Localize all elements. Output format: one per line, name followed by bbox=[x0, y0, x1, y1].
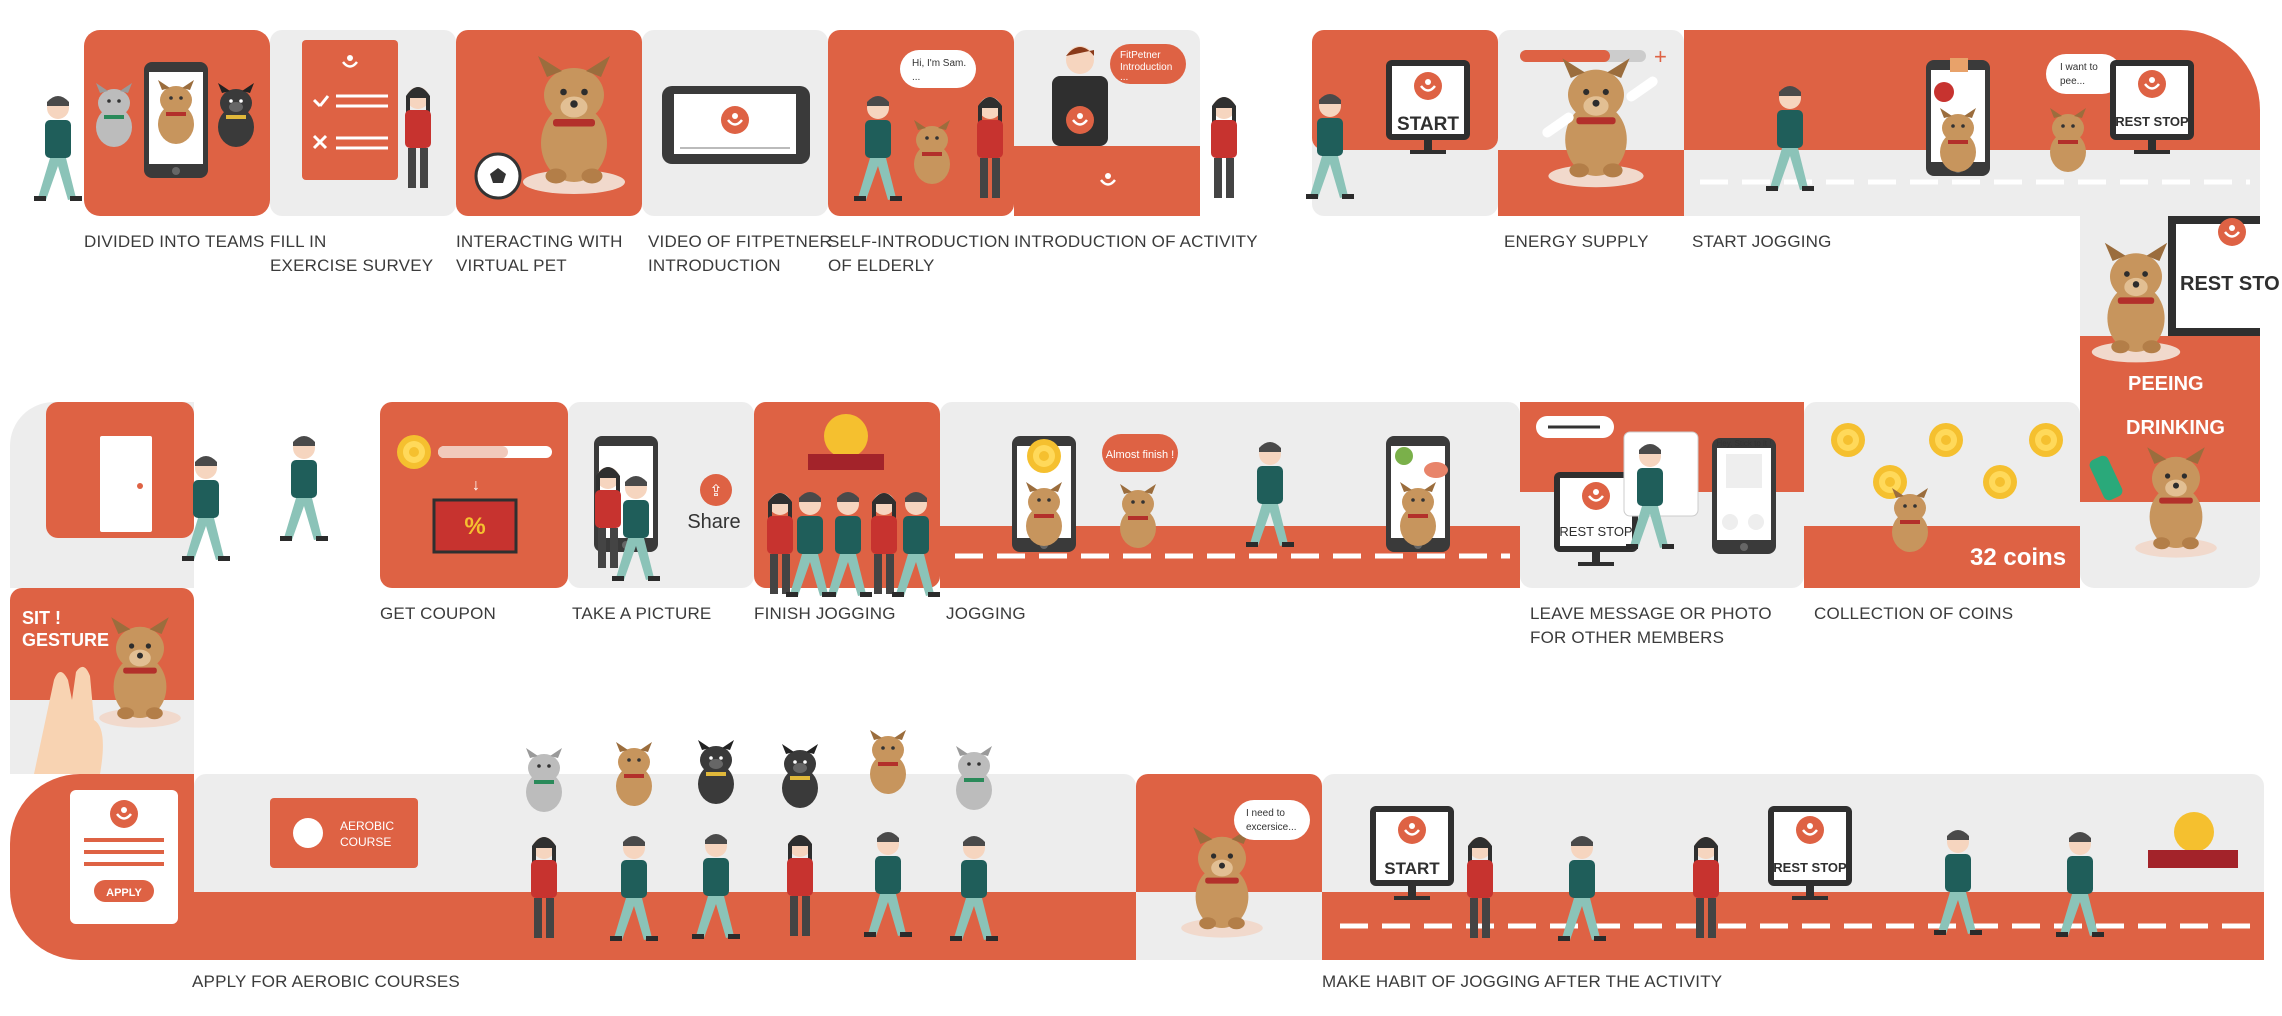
step-label-jogging: JOGGING bbox=[946, 604, 1026, 623]
piggy-bank-icon bbox=[1424, 462, 1448, 478]
svg-text:REST STO: REST STO bbox=[2180, 273, 2280, 295]
step-label-pet: INTERACTING WITH VIRTUAL PET bbox=[456, 232, 623, 275]
coin-icon bbox=[397, 435, 431, 469]
step-label-energy: ENERGY SUPPLY bbox=[1504, 232, 1649, 251]
person-icon bbox=[34, 96, 82, 201]
coins-count: 32 coins bbox=[1970, 544, 2066, 571]
step-label-activity: INTRODUCTION OF ACTIVITY bbox=[1014, 232, 1258, 251]
svg-text:↓: ↓ bbox=[472, 477, 480, 494]
svg-text:Hey, Stick to it !: Hey, Stick to it ! bbox=[1717, 439, 1772, 448]
step-label-teams: DIVIDED INTO TEAMS bbox=[84, 232, 265, 251]
step-label-coupon: GET COUPON bbox=[380, 604, 496, 623]
step-label-finish: FINISH JOGGING bbox=[754, 604, 896, 623]
step-label-start-jogging: START JOGGING bbox=[1692, 232, 1832, 251]
apple-icon bbox=[1934, 82, 1954, 102]
step-label-habit: MAKE HABIT OF JOGGING AFTER THE ACTIVITY bbox=[1322, 972, 1723, 991]
storyboard-canvas: Hi, I'm Sam. ... FitPetner Introduction … bbox=[10, 30, 2280, 960]
mic-icon bbox=[1722, 514, 1738, 530]
svg-text:⇪: ⇪ bbox=[709, 483, 722, 500]
svg-text:SIT !: SIT ! bbox=[22, 608, 61, 628]
svg-text:excersice...: excersice... bbox=[1246, 822, 1297, 833]
svg-text:%: % bbox=[464, 513, 485, 540]
dumbbell-icon bbox=[1395, 447, 1413, 465]
step-label-video: VIDEO OF FITPETNER INTRODUCTION bbox=[648, 232, 833, 275]
bubble-sam: Hi, I'm Sam. bbox=[912, 58, 966, 69]
svg-text:AEROBIC: AEROBIC bbox=[340, 819, 394, 833]
step-label-aerobic: APPLY FOR AEROBIC COURSES bbox=[192, 972, 460, 991]
step-label-picture: TAKE A PICTURE bbox=[572, 604, 712, 623]
svg-text:+: + bbox=[1654, 44, 1667, 69]
svg-text:START: START bbox=[1384, 859, 1440, 878]
dog-icon bbox=[96, 83, 132, 147]
step-label-message: LEAVE MESSAGE OR PHOTO FOR OTHER MEMBERS bbox=[1530, 604, 1772, 647]
svg-text:REST STOP: REST STOP bbox=[2115, 114, 2189, 129]
step-label-coins: COLLECTION OF COINS bbox=[1814, 604, 2014, 623]
start-sign: START bbox=[1397, 114, 1459, 135]
svg-text:REST STOP: REST STOP bbox=[1559, 524, 1632, 539]
svg-text:COURSE: COURSE bbox=[340, 835, 391, 849]
camera-icon bbox=[1748, 514, 1764, 530]
share-label: Share bbox=[687, 511, 740, 533]
svg-text:FitPetner: FitPetner bbox=[1120, 50, 1161, 61]
door-icon bbox=[100, 436, 152, 532]
panel-coupon bbox=[380, 402, 568, 588]
step-label-elderly: SELF-INTRODUCTION OF ELDERLY bbox=[828, 232, 1010, 275]
svg-text:...: ... bbox=[1120, 72, 1128, 83]
svg-text:REST STOP: REST STOP bbox=[1773, 860, 1847, 875]
svg-text:pee...: pee... bbox=[2060, 76, 2085, 87]
svg-text:Almost finish !: Almost finish ! bbox=[1106, 449, 1174, 461]
drinking-label: DRINKING bbox=[2126, 417, 2225, 439]
svg-text:GESTURE: GESTURE bbox=[22, 630, 109, 650]
badge-icon bbox=[824, 414, 868, 458]
svg-text:I need to: I need to bbox=[1246, 808, 1285, 819]
storyboard: Hi, I'm Sam. ... FitPetner Introduction … bbox=[0, 0, 2282, 1016]
cake-icon bbox=[1950, 58, 1968, 72]
svg-text:I want to: I want to bbox=[2060, 62, 2098, 73]
svg-text:...: ... bbox=[912, 72, 920, 83]
step-label-survey: FILL IN EXERCISE SURVEY bbox=[270, 232, 434, 275]
peeing-label: PEEING bbox=[2128, 373, 2204, 395]
svg-text:APPLY: APPLY bbox=[106, 887, 142, 899]
